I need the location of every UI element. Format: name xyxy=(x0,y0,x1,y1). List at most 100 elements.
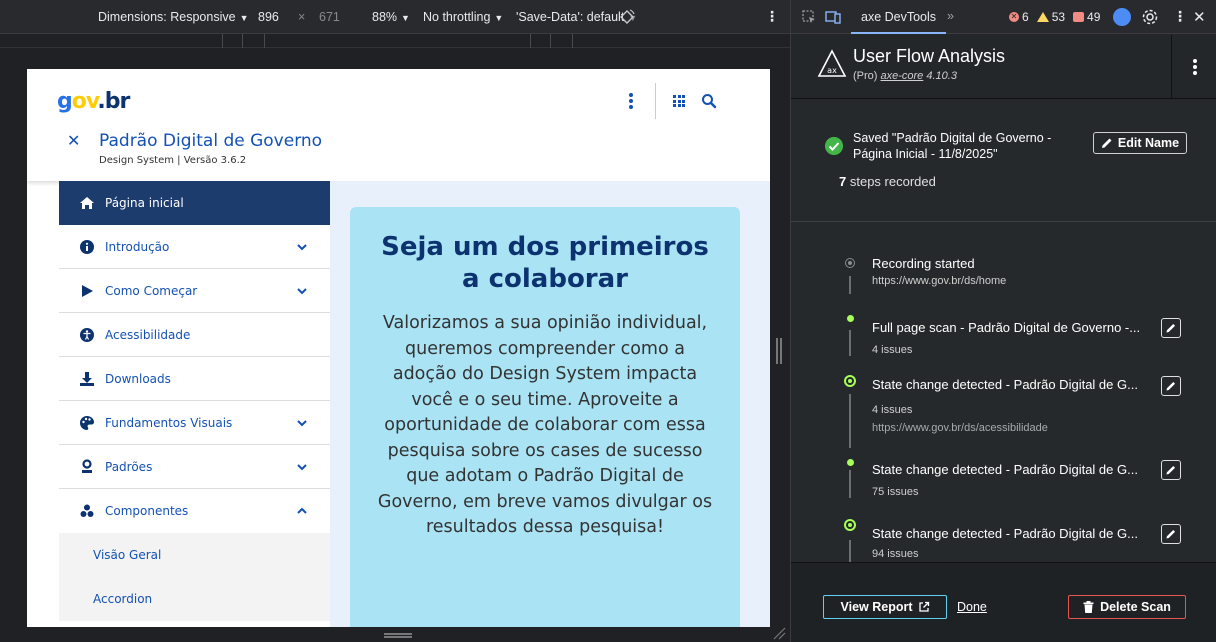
nav-item-acessibilidade[interactable]: Acessibilidade xyxy=(59,313,330,357)
external-link-icon xyxy=(918,601,929,612)
steps-timeline: Recording started https://www.gov.br/ds/… xyxy=(791,222,1216,562)
home-icon xyxy=(80,197,94,209)
step-dot xyxy=(846,459,854,466)
warning-icon xyxy=(1036,12,1049,22)
logo-ov: ov xyxy=(71,89,99,114)
apps-grid-icon[interactable] xyxy=(673,95,685,107)
height-input[interactable]: 671 xyxy=(319,10,340,24)
issue-icon xyxy=(1073,12,1085,22)
device-toolbar: Dimensions: Responsive ▼ 896 × 671 88% ▼ N… xyxy=(0,0,790,34)
emulated-page: gov.br ✕ Padrão Digital de Governo Desig… xyxy=(27,69,770,627)
axe-plan: (Pro) xyxy=(853,70,881,82)
subnav-item-visao-geral[interactable]: Visão Geral xyxy=(59,533,330,577)
step-issues: 75 issues xyxy=(872,486,919,498)
axe-core-link[interactable]: axe-core xyxy=(881,70,924,82)
saved-summary: Saved "Padrão Digital de Governo - Págin… xyxy=(791,100,1216,222)
chevron-down-icon xyxy=(297,463,307,470)
resize-corner-icon[interactable] xyxy=(772,626,786,640)
survey-body: Valorizamos a sua opinião individual, qu… xyxy=(377,313,713,537)
nav-item-como-comecar[interactable]: Como Começar xyxy=(59,269,330,313)
govbr-logo[interactable]: gov.br xyxy=(57,89,130,114)
steps-recorded: 7 steps recorded xyxy=(839,174,936,189)
nav-item-downloads[interactable]: Downloads xyxy=(59,357,330,401)
delete-scan-button[interactable]: Delete Scan xyxy=(1068,595,1186,619)
nav-item-padroes[interactable]: Padrões xyxy=(59,445,330,489)
devtools-panel: axe DevTools » ✕ 6 53 49 ⋮ ✕ ax User Flow… xyxy=(790,0,1216,642)
tab-axe-devtools[interactable]: axe DevTools xyxy=(851,0,947,34)
search-icon[interactable] xyxy=(701,93,717,109)
close-menu-icon[interactable]: ✕ xyxy=(67,131,80,150)
subnav-label: Visão Geral xyxy=(93,548,162,562)
site-header: gov.br ✕ Padrão Digital de Governo Desig… xyxy=(27,69,770,181)
nav-label: Downloads xyxy=(105,371,171,386)
steps-suffix: steps recorded xyxy=(846,174,936,189)
extension-icon[interactable] xyxy=(1113,8,1131,26)
chevron-down-icon xyxy=(297,419,307,426)
gear-icon[interactable] xyxy=(1141,8,1159,26)
accessibility-icon xyxy=(80,327,94,342)
step-url: https://www.gov.br/ds/home xyxy=(872,275,1007,287)
dimensions-dropdown[interactable]: Dimensions: Responsive ▼ xyxy=(98,10,248,24)
logo-g: g xyxy=(57,89,73,114)
step-dot xyxy=(844,519,856,531)
warning-count: 53 xyxy=(1051,10,1066,24)
step-issues: 4 issues xyxy=(872,344,913,356)
step-issues: 4 issues xyxy=(872,404,913,416)
media-query-ruler xyxy=(0,34,790,48)
edit-step-icon[interactable] xyxy=(1161,376,1181,396)
axe-core-version: 4.10.3 xyxy=(923,70,957,82)
site-title: Padrão Digital de Governo xyxy=(99,131,323,151)
edit-step-icon[interactable] xyxy=(1161,524,1181,544)
kebab-menu-icon[interactable] xyxy=(629,93,633,109)
resize-handle-right[interactable] xyxy=(776,338,782,364)
timeline-line xyxy=(849,470,851,498)
site-subtitle: Design System | Versão 3.6.2 xyxy=(99,155,247,166)
device-toggle-icon[interactable] xyxy=(825,9,841,25)
nav-item-fundamentos-visuais[interactable]: Fundamentos Visuais xyxy=(59,401,330,445)
zoom-dropdown[interactable]: 88% ▼ xyxy=(372,10,410,24)
nav-item-pagina-inicial[interactable]: Página inicial xyxy=(59,181,330,225)
edit-step-icon[interactable] xyxy=(1161,318,1181,338)
close-icon[interactable]: ✕ xyxy=(1193,8,1206,26)
nav-label: Padrões xyxy=(105,459,153,474)
timeline-line xyxy=(849,540,851,562)
step-url: https://www.gov.br/ds/acessibilidade xyxy=(872,422,1048,434)
axe-version: (Pro) axe-core 4.10.3 xyxy=(853,70,957,82)
inspect-element-icon[interactable] xyxy=(801,9,817,25)
timeline-line xyxy=(849,330,851,356)
zoom-label: 88% xyxy=(372,10,398,24)
trash-icon xyxy=(1083,601,1094,613)
subnav-item-accordion[interactable]: Accordion xyxy=(59,577,330,621)
nav-item-introducao[interactable]: Introdução xyxy=(59,225,330,269)
axe-logo-icon: ax xyxy=(817,49,847,77)
view-report-button[interactable]: View Report xyxy=(823,595,947,619)
survey-card: Seja um dos primeiros a colaborar Valori… xyxy=(350,207,740,627)
more-tabs-icon[interactable]: » xyxy=(947,9,954,23)
axe-menu-icon[interactable] xyxy=(1171,35,1216,99)
edit-step-icon[interactable] xyxy=(1161,460,1181,480)
chevron-down-icon xyxy=(297,243,307,250)
throttling-dropdown[interactable]: No throttling ▼ xyxy=(423,10,503,24)
header-divider xyxy=(655,83,656,119)
console-counts[interactable]: ✕ 6 53 49 xyxy=(1009,10,1100,24)
info-icon xyxy=(80,239,94,254)
step-dot xyxy=(844,375,856,387)
download-icon xyxy=(80,371,94,386)
more-options-icon[interactable]: ⋮ xyxy=(1173,8,1187,25)
throttling-label: No throttling xyxy=(423,10,491,24)
rotate-icon[interactable] xyxy=(618,8,636,26)
more-options-icon[interactable]: ⋮ xyxy=(765,8,779,25)
done-link[interactable]: Done xyxy=(957,600,987,614)
nav-item-componentes[interactable]: Componentes xyxy=(59,489,330,533)
logo-br: .br xyxy=(97,89,130,114)
width-input[interactable]: 896 xyxy=(258,10,279,24)
save-data-label: 'Save-Data': default xyxy=(516,10,625,24)
chevron-up-icon xyxy=(297,507,307,514)
error-count: 6 xyxy=(1022,10,1029,24)
resize-handle-bottom[interactable] xyxy=(384,633,412,638)
pencil-icon xyxy=(1101,138,1112,148)
step-dot xyxy=(845,258,855,268)
edit-name-button[interactable]: Edit Name xyxy=(1093,132,1187,154)
error-icon: ✕ xyxy=(1009,12,1019,22)
caret-down-icon: ▼ xyxy=(494,13,504,23)
